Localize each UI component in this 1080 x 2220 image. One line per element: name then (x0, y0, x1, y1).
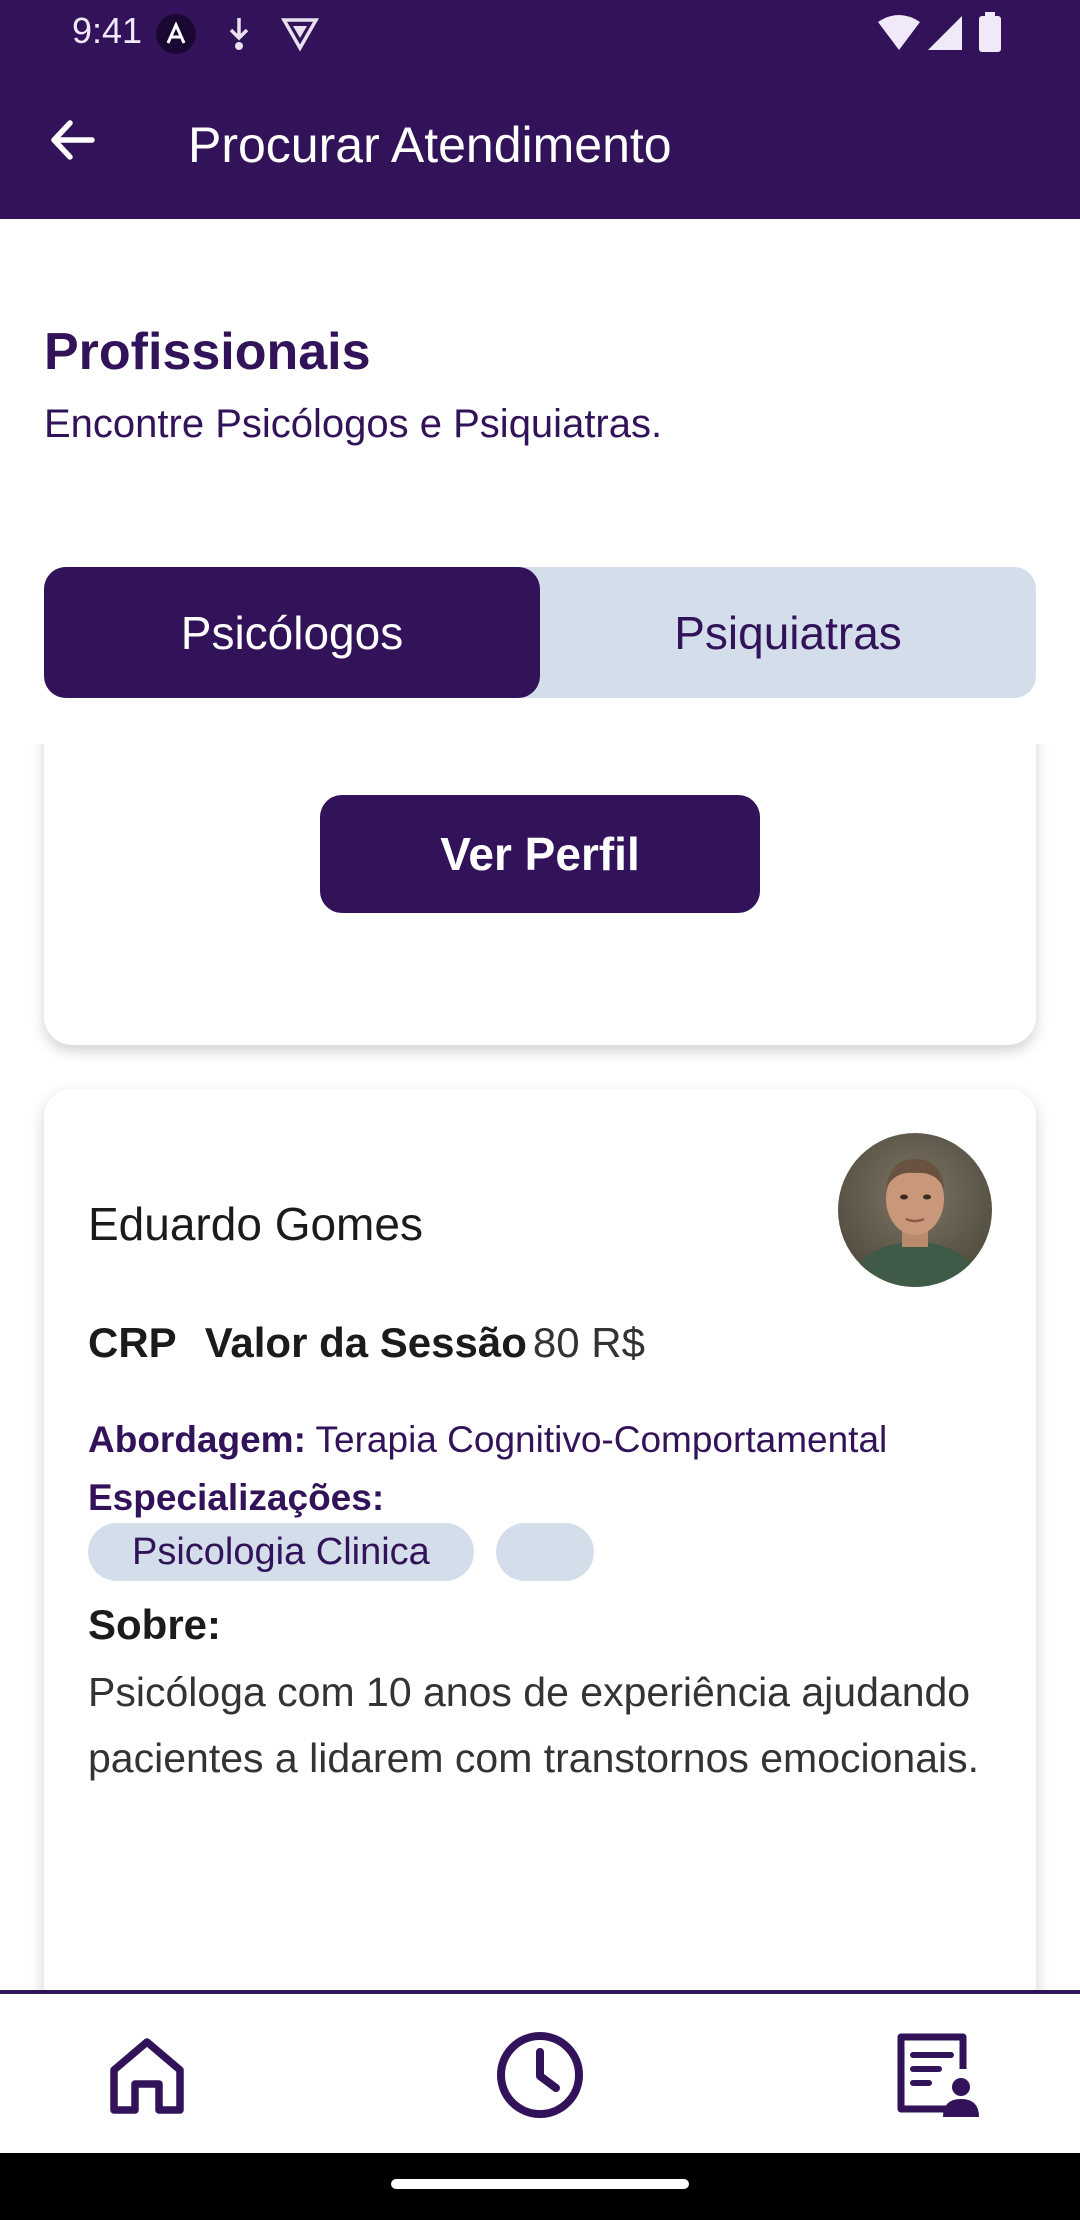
back-button[interactable] (40, 108, 104, 172)
ver-perfil-button[interactable]: Ver Perfil (320, 795, 760, 913)
professionals-list[interactable]: Ver Perfil Eduardo Gomes CRP Valor da Se… (0, 744, 1080, 1992)
download-notification-icon (229, 18, 249, 50)
cellular-signal-icon (928, 16, 962, 50)
approach-label: Abordagem: (88, 1419, 306, 1460)
app-header: 9:41 Procurar Atendimento (0, 0, 1080, 219)
professional-photo (838, 1133, 992, 1287)
page-title: Procurar Atendimento (188, 117, 672, 173)
about-label: Sobre: (88, 1601, 222, 1648)
specialization-chip: Psicologia Clinica (88, 1523, 474, 1581)
status-bar: 9:41 (0, 0, 1080, 64)
home-gesture-handle[interactable] (391, 2179, 689, 2189)
wifi-icon (878, 15, 920, 50)
approach-value: Terapia Cognitivo-Comportamental (315, 1419, 888, 1460)
screen: 9:41 Procurar Atendimento Profissionais … (0, 0, 1080, 2220)
battery-icon (979, 12, 1001, 52)
shield-notification-icon (280, 18, 320, 52)
tab-psicologos[interactable]: Psicólogos (44, 567, 540, 698)
specializations-list: Psicologia Clinica (88, 1523, 594, 1581)
crp-label: CRP (88, 1319, 177, 1366)
specialization-chip-empty (495, 1523, 594, 1581)
clock-icon (497, 2032, 583, 2118)
section-subtitle: Encontre Psicólogos e Psiquiatras. (44, 402, 663, 446)
home-icon (110, 2038, 184, 2114)
avatar (838, 1133, 992, 1287)
nav-profile[interactable] (882, 2020, 992, 2130)
price-label: Valor da Sessão (204, 1319, 527, 1366)
professional-card: Eduardo Gomes CRP Valor da Sessão 80 R$ … (44, 1089, 1036, 1992)
professional-card-previous: Ver Perfil (44, 744, 1036, 1045)
arrow-left-icon (51, 120, 95, 160)
professional-name: Eduardo Gomes (88, 1198, 423, 1250)
professional-meta: CRP Valor da Sessão 80 R$ (88, 1319, 645, 1367)
tab-psiquiatras[interactable]: Psiquiatras (540, 567, 1036, 698)
system-navigation-bar (0, 2153, 1080, 2220)
price-value: 80 R$ (532, 1319, 645, 1366)
bottom-navigation (0, 1990, 1080, 2153)
profile-document-icon (897, 2033, 979, 2117)
about-text: Psicóloga com 10 anos de experiência aju… (88, 1669, 980, 1781)
section-title: Profissionais (44, 323, 371, 381)
app-notification-icon (156, 14, 196, 54)
status-time: 9:41 (72, 10, 143, 51)
nav-history[interactable] (485, 2020, 595, 2130)
nav-home[interactable] (92, 2020, 202, 2130)
approach-row: Abordagem: Terapia Cognitivo-Comportamen… (88, 1419, 887, 1461)
specializations-label: Especializações: (88, 1477, 385, 1518)
professional-type-tabs: Psicólogos Psiquiatras (44, 567, 1036, 698)
